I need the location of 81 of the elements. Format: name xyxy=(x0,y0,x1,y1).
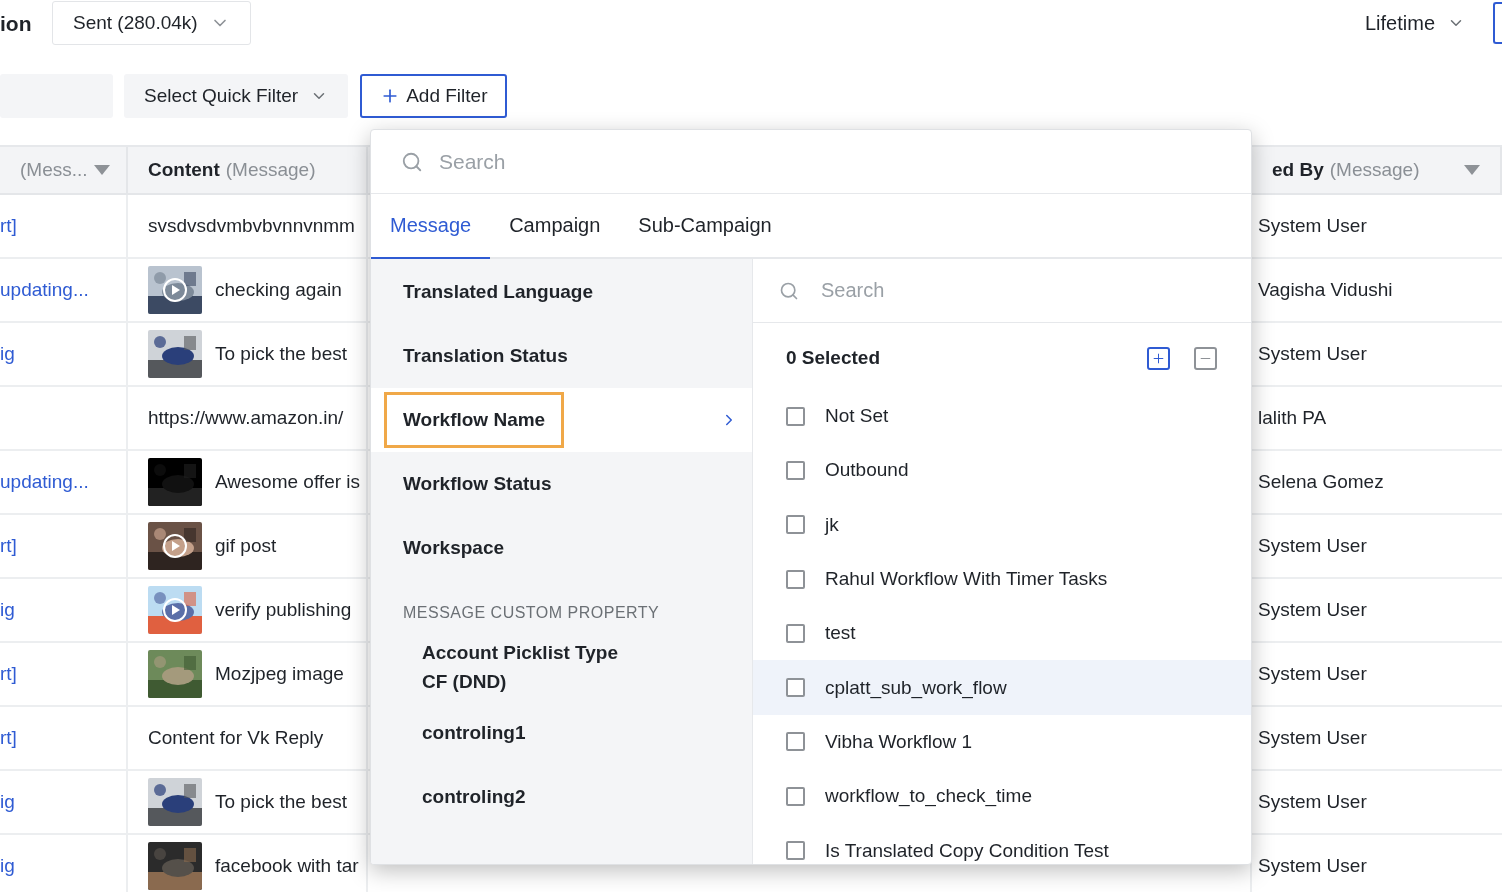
deselect-all-icon[interactable] xyxy=(1194,346,1217,370)
checkbox[interactable] xyxy=(786,623,805,643)
field-item[interactable]: Account Picklist Type CF (DND) xyxy=(371,634,752,700)
option-row[interactable]: jk xyxy=(753,497,1251,552)
link[interactable]: rt] xyxy=(0,215,17,237)
option-row[interactable]: Outbound xyxy=(753,443,1251,498)
column-header[interactable]: ed By (Message) xyxy=(1252,147,1502,195)
caret-icon[interactable] xyxy=(1464,165,1480,175)
link[interactable]: rt] xyxy=(0,535,17,557)
table-cell: System User xyxy=(1258,727,1367,749)
checkbox[interactable] xyxy=(786,841,805,860)
status-dropdown[interactable]: Sent (280.04k) xyxy=(52,1,251,45)
table-cell: System User xyxy=(1258,343,1367,365)
table-cell: https://www.amazon.in/ xyxy=(148,407,344,429)
option-row[interactable]: Is Translated Copy Condition Test xyxy=(753,823,1251,864)
play-icon xyxy=(162,597,188,623)
field-item[interactable]: Workspace xyxy=(371,516,752,580)
link[interactable]: updating... xyxy=(0,471,89,493)
add-filter-button[interactable]: Add Filter xyxy=(360,74,508,118)
table-cell: System User xyxy=(1258,599,1367,621)
search-field[interactable]: Search xyxy=(819,278,1225,303)
table-cell: svsdvsdvmbvbvnnvnmm xyxy=(148,215,355,237)
table-cell: System User xyxy=(1258,855,1367,877)
search-icon xyxy=(401,150,423,173)
link[interactable]: ig xyxy=(0,791,15,813)
caret-icon[interactable] xyxy=(93,165,110,175)
table-cell: facebook with tar xyxy=(215,855,359,877)
selected-count: 0 Selected xyxy=(786,347,881,369)
table-cell: Mozjpeg image xyxy=(215,663,344,685)
search-icon xyxy=(779,280,799,301)
checkbox[interactable] xyxy=(786,406,805,426)
link[interactable]: ig xyxy=(0,343,15,365)
field-item[interactable]: Translation Status xyxy=(371,324,752,388)
link[interactable]: updating... xyxy=(0,279,89,301)
table-cell: System User xyxy=(1258,791,1367,813)
table-cell: Vagisha Vidushi xyxy=(1258,279,1393,301)
option-row[interactable]: Not Set xyxy=(753,389,1251,444)
link[interactable]: rt] xyxy=(0,727,17,749)
field-item[interactable]: Workflow Name xyxy=(371,388,752,452)
field-item[interactable]: Translated Language xyxy=(371,260,752,324)
play-icon xyxy=(162,277,188,303)
field-item[interactable]: controling1 xyxy=(371,700,752,764)
date-range-dropdown[interactable]: Lifetime xyxy=(1358,1,1471,45)
tab[interactable]: Sub-Campaign xyxy=(619,194,791,259)
search-field[interactable]: Search xyxy=(437,148,1221,175)
table-cell: Selena Gomez xyxy=(1258,471,1384,493)
option-row[interactable]: workflow_to_check_time xyxy=(753,769,1251,824)
checkbox[interactable] xyxy=(786,678,805,698)
option-row[interactable]: cplatt_sub_work_flow xyxy=(753,660,1251,715)
table-cell: Awesome offer is xyxy=(215,471,361,493)
checkbox[interactable] xyxy=(786,732,805,752)
table-cell: To pick the best xyxy=(215,343,348,365)
checkbox[interactable] xyxy=(786,786,805,806)
table-cell: checking again xyxy=(215,279,342,301)
option-row[interactable]: Vibha Workflow 1 xyxy=(753,714,1251,770)
tab[interactable]: Campaign xyxy=(490,194,620,259)
table-cell: lalith PA xyxy=(1258,407,1327,429)
link[interactable]: rt] xyxy=(0,663,17,685)
table-cell: System User xyxy=(1258,663,1367,685)
column-header[interactable]: Content (Message) xyxy=(128,147,368,195)
select-all-icon[interactable] xyxy=(1147,346,1170,370)
checkbox[interactable] xyxy=(786,515,805,535)
table-cell: Content for Vk Reply xyxy=(148,727,324,749)
table-cell: System User xyxy=(1258,215,1367,237)
quick-filter-dropdown[interactable]: Select Quick Filter xyxy=(124,74,349,118)
table-cell: To pick the best xyxy=(215,791,348,813)
option-row[interactable]: Rahul Workflow With Timer Tasks xyxy=(753,551,1251,607)
field-item[interactable]: controling2 xyxy=(371,764,752,828)
play-icon xyxy=(162,533,188,559)
link[interactable]: ig xyxy=(0,855,15,877)
field-item[interactable]: Workflow Status xyxy=(371,452,752,516)
table-cell: System User xyxy=(1258,535,1367,557)
page-title: ion xyxy=(0,12,33,36)
checkbox[interactable] xyxy=(786,460,805,480)
checkbox[interactable] xyxy=(786,569,805,589)
toolbar-button[interactable] xyxy=(1493,2,1502,44)
table-cell: gif post xyxy=(215,535,277,557)
link[interactable]: ig xyxy=(0,599,15,621)
option-row[interactable]: test xyxy=(753,606,1251,661)
section-title: MESSAGE CUSTOM PROPERTY xyxy=(402,603,661,623)
table-cell: verify publishing xyxy=(215,599,352,621)
